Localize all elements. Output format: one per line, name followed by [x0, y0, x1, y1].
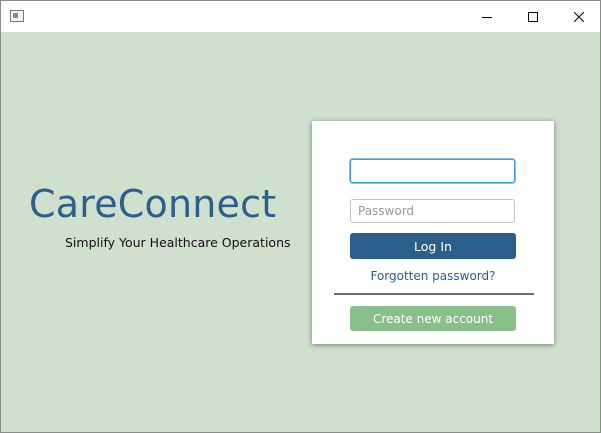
- login-button[interactable]: Log In: [350, 233, 516, 259]
- title-bar[interactable]: [1, 1, 600, 32]
- main-content: CareConnect Simplify Your Healthcare Ope…: [1, 32, 600, 432]
- brand-title: CareConnect: [29, 182, 277, 226]
- divider: [334, 293, 534, 295]
- close-icon: [574, 11, 584, 22]
- create-account-label: Create new account: [372, 311, 494, 326]
- forgot-password-link[interactable]: Forgotten password?: [312, 269, 554, 283]
- minimize-button[interactable]: [464, 1, 510, 32]
- minimize-icon: [482, 16, 492, 18]
- create-account-button[interactable]: Create new account: [350, 306, 516, 331]
- maximize-button[interactable]: [510, 1, 556, 32]
- password-field[interactable]: [350, 199, 515, 223]
- app-window-icon: [10, 10, 24, 22]
- close-button[interactable]: [556, 1, 601, 32]
- login-panel: Log In Forgotten password? Create new ac…: [312, 121, 554, 344]
- maximize-icon: [528, 11, 538, 22]
- login-button-label: Log In: [414, 238, 452, 254]
- app-window: CareConnect Simplify Your Healthcare Ope…: [0, 0, 601, 433]
- brand-tagline: Simplify Your Healthcare Operations: [65, 235, 291, 250]
- username-field[interactable]: [350, 159, 515, 183]
